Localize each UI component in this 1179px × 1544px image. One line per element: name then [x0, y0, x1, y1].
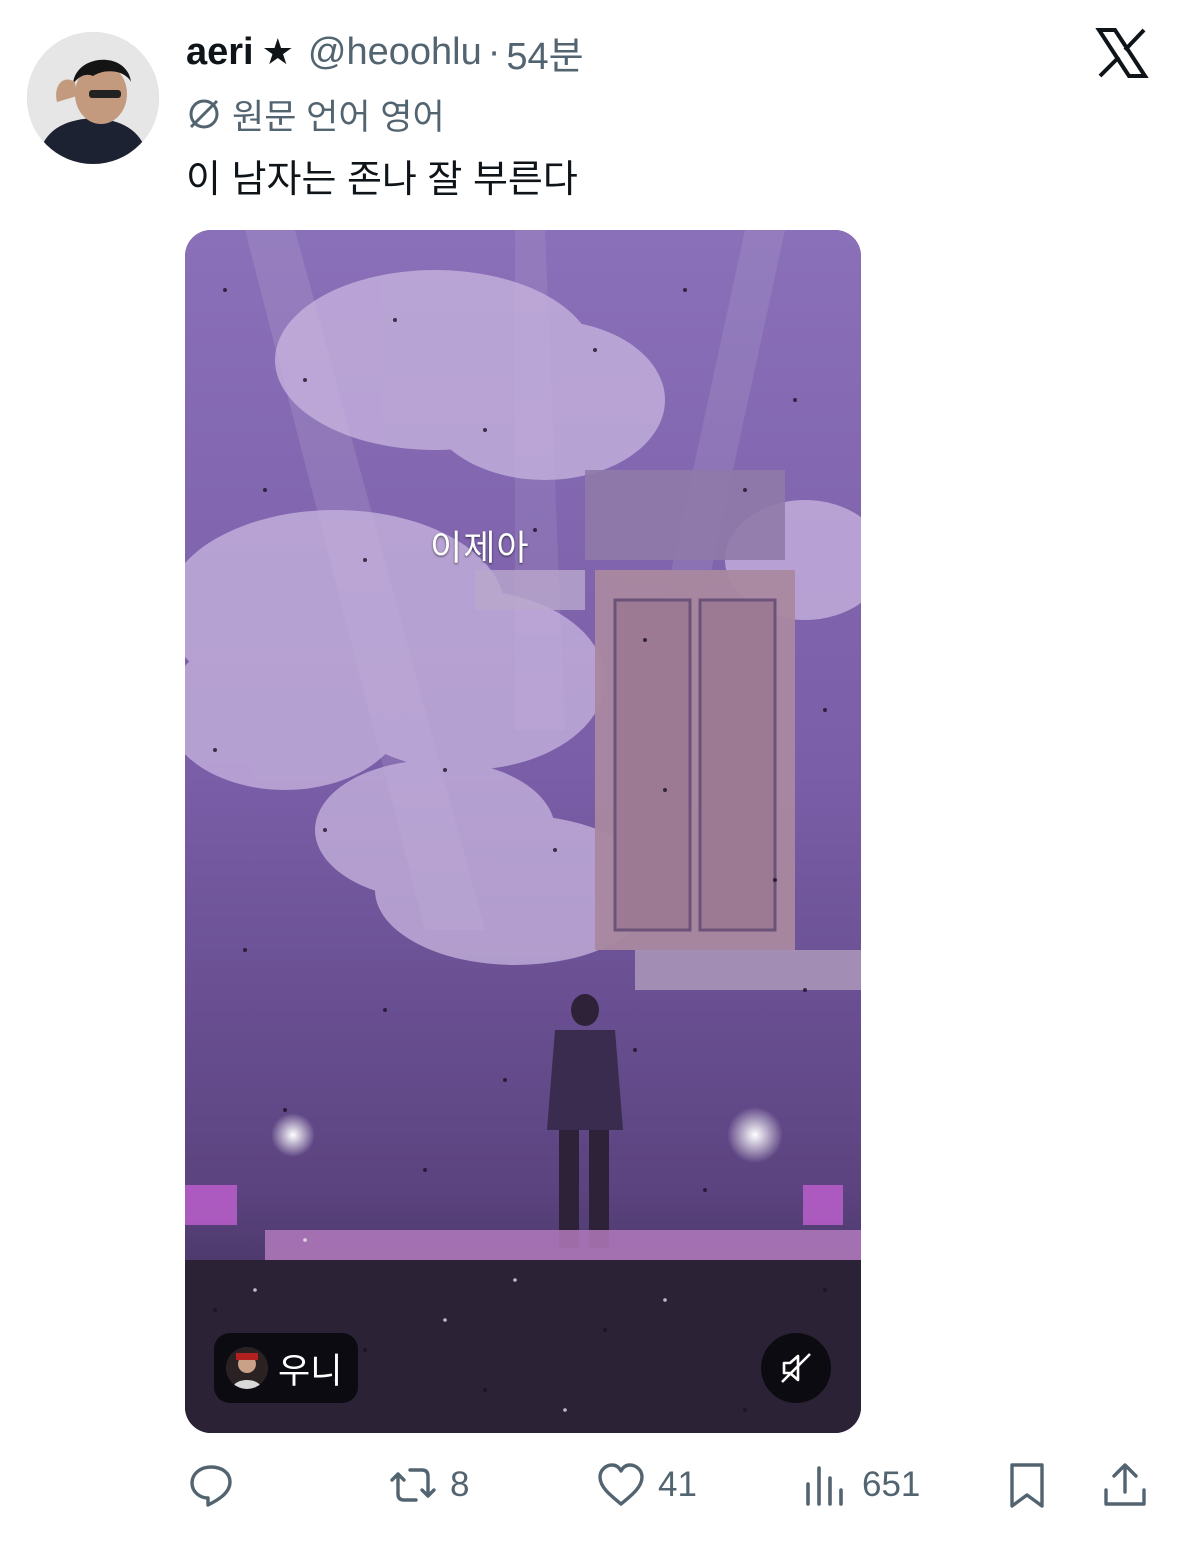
avatar-photo — [27, 32, 159, 164]
views-count: 651 — [862, 1465, 921, 1504]
mute-button[interactable] — [761, 1333, 831, 1403]
author-handle[interactable]: @heoohlu — [308, 31, 482, 74]
tweet-timestamp[interactable]: 54분 — [506, 25, 583, 80]
reply-button[interactable] — [186, 1460, 236, 1510]
author-avatar[interactable] — [27, 32, 159, 164]
star-badge-icon: ★ — [261, 31, 294, 72]
share-icon — [1104, 1463, 1146, 1506]
video-subtitle: 이제아 — [430, 529, 530, 568]
retweet-count: 8 — [450, 1465, 470, 1504]
like-button[interactable]: 41 — [596, 1460, 697, 1510]
views-button[interactable]: 651 — [800, 1460, 920, 1510]
source-label: 우니 — [278, 1351, 343, 1391]
retweet-button[interactable]: 8 — [388, 1460, 469, 1510]
speaker-muted-icon — [781, 1353, 811, 1383]
retweet-icon — [390, 1468, 436, 1502]
tweet-text: 이 남자는 존나 잘 부른다 — [186, 159, 578, 201]
x-logo-icon[interactable] — [1095, 26, 1149, 80]
video-source-chip[interactable]: 우니 — [214, 1333, 359, 1403]
heart-icon — [598, 1463, 644, 1506]
tweet-header: aeri ★ @heoohlu · 54분 — [186, 24, 584, 80]
views-chart-icon — [806, 1466, 843, 1506]
bookmark-icon — [1010, 1463, 1044, 1508]
share-button[interactable] — [1100, 1460, 1150, 1510]
bookmark-button[interactable] — [1002, 1460, 1052, 1510]
header-separator: · — [487, 30, 501, 73]
tweet-action-bar: 8 41 651 — [0, 1450, 1179, 1520]
reply-icon — [190, 1465, 232, 1507]
like-count: 41 — [658, 1465, 697, 1504]
translation-label: 원문 언어 영어 — [232, 97, 445, 137]
translate-off-icon — [189, 99, 219, 129]
video-media[interactable]: 이제아 우니 — [185, 230, 861, 1433]
translation-info[interactable]: 원문 언어 영어 — [186, 90, 445, 138]
source-avatar — [226, 1347, 268, 1389]
author-name[interactable]: aeri — [186, 31, 254, 74]
concert-video-frame — [185, 230, 861, 1433]
